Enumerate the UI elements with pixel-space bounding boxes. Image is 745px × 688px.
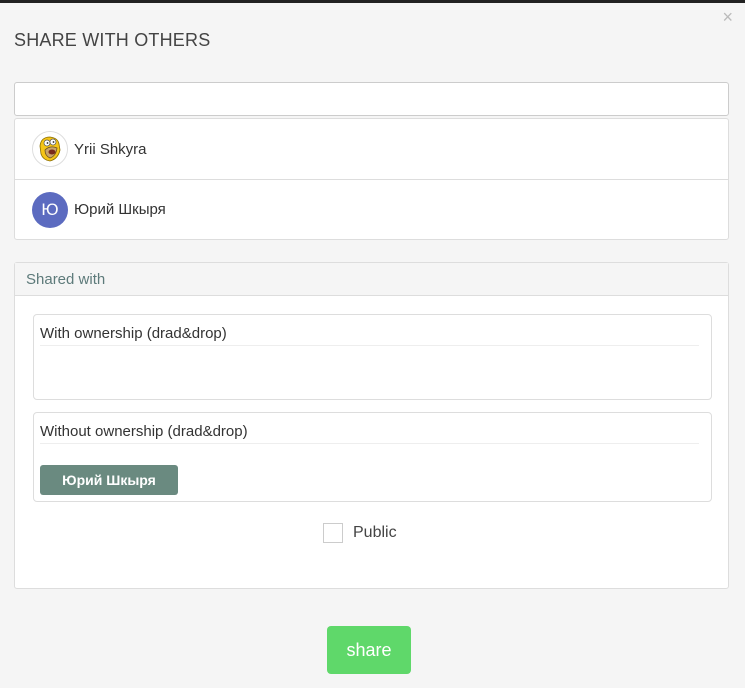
shared-with-header: Shared with	[15, 263, 728, 296]
cartoon-avatar-icon	[32, 131, 68, 167]
user-name: Yrii Shkyra	[74, 140, 147, 158]
user-name: Юрий Шкыря	[74, 201, 166, 218]
avatar: Ю	[32, 191, 68, 228]
with-ownership-label: With ownership (drad&drop)	[40, 315, 699, 346]
user-result-item[interactable]: Ю Юрий Шкыря	[15, 179, 728, 239]
user-search-results: Yrii Shkyra Ю Юрий Шкыря	[14, 118, 729, 240]
without-ownership-label: Without ownership (drad&drop)	[40, 413, 699, 444]
public-checkbox[interactable]	[323, 523, 343, 543]
share-button[interactable]: share	[327, 626, 411, 674]
user-result-item[interactable]: Yrii Shkyra	[15, 119, 728, 179]
search-input[interactable]	[14, 82, 729, 116]
top-border	[0, 0, 745, 3]
modal-title: SHARE WITH OTHERS	[14, 30, 211, 50]
without-ownership-dropzone[interactable]: Without ownership (drad&drop) Юрий Шкыря	[33, 412, 712, 502]
with-ownership-dropzone[interactable]: With ownership (drad&drop)	[33, 314, 712, 400]
shared-with-panel: Shared with With ownership (drad&drop) W…	[14, 262, 729, 589]
close-icon[interactable]: ×	[722, 8, 733, 26]
shared-user-chip[interactable]: Юрий Шкыря	[40, 465, 178, 495]
public-toggle[interactable]: Public	[323, 523, 397, 543]
public-label: Public	[353, 524, 397, 541]
